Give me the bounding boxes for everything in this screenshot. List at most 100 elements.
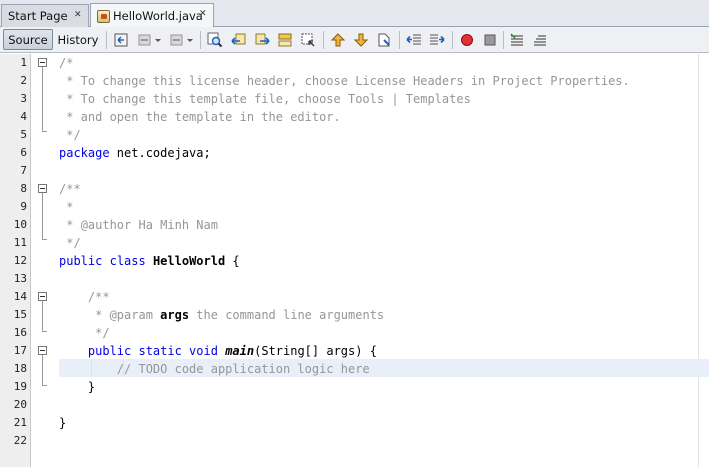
- right-margin-line: [698, 54, 699, 467]
- code-line: public static void main(String[] args) {: [59, 342, 377, 360]
- stop-macro-icon[interactable]: [481, 31, 499, 49]
- line-number: 7: [20, 164, 27, 177]
- code-line: * @param args the command line arguments: [59, 306, 384, 324]
- fold-end: [42, 385, 47, 386]
- tab-label: Start Page: [8, 9, 68, 23]
- shift-left-icon[interactable]: [405, 31, 423, 49]
- fold-line: [42, 67, 43, 131]
- line-number: 5: [20, 128, 27, 141]
- fold-line: [42, 355, 43, 385]
- code-text: {: [225, 254, 240, 268]
- keyword: public: [59, 254, 103, 268]
- line-number: 11: [13, 236, 27, 249]
- line-number: 9: [20, 200, 27, 213]
- close-icon[interactable]: ✕: [199, 10, 208, 19]
- code-line: /**: [59, 290, 110, 304]
- toolbar-separator: [323, 31, 324, 49]
- param-name: args: [160, 308, 190, 322]
- line-number: 2: [20, 74, 27, 87]
- fold-end: [42, 331, 47, 332]
- toolbar-separator: [106, 31, 107, 49]
- line-number: 6: [20, 146, 27, 159]
- find-previous-icon[interactable]: [230, 31, 248, 49]
- line-number: 14: [13, 290, 27, 303]
- line-number: 16: [13, 326, 27, 339]
- code-folding-margin: [31, 54, 51, 467]
- line-number: 4: [20, 110, 27, 123]
- line-number: 20: [13, 398, 27, 411]
- find-icon[interactable]: [206, 31, 224, 49]
- next-bookmark-icon[interactable]: [352, 31, 370, 49]
- fold-line: [42, 301, 43, 331]
- comment-icon[interactable]: [508, 31, 526, 49]
- code-line: *: [59, 200, 74, 214]
- fold-collapse-icon[interactable]: [38, 184, 47, 193]
- forward-icon[interactable]: [168, 31, 186, 49]
- toggle-bookmark-icon[interactable]: [375, 31, 393, 49]
- fold-collapse-icon[interactable]: [38, 346, 47, 355]
- editor-toolbar: Source History: [0, 27, 709, 53]
- code-line: }: [59, 380, 96, 394]
- line-number: 21: [13, 416, 27, 429]
- toolbar-separator: [200, 31, 201, 49]
- line-number: 15: [13, 308, 27, 321]
- back-icon[interactable]: [136, 31, 154, 49]
- last-edit-icon[interactable]: [112, 31, 130, 49]
- class-name: HelloWorld: [152, 254, 226, 268]
- uncomment-icon[interactable]: [531, 31, 549, 49]
- code-line: */: [59, 236, 81, 250]
- fold-line: [42, 193, 43, 239]
- keyword: public static void: [87, 344, 218, 358]
- history-button[interactable]: History: [56, 29, 100, 50]
- toggle-highlight-icon[interactable]: [276, 31, 294, 49]
- line-number: 19: [13, 380, 27, 393]
- code-line: package net.codejava;: [59, 144, 211, 162]
- fold-collapse-icon[interactable]: [38, 58, 47, 67]
- code-line: * @author Ha Minh Nam: [59, 216, 218, 234]
- tab-helloworld-java[interactable]: HelloWorld.java ✕: [90, 3, 214, 28]
- close-icon[interactable]: ✕: [74, 11, 83, 20]
- code-text: *: [59, 308, 110, 322]
- line-number: 8: [20, 182, 27, 195]
- code-line: */: [59, 326, 110, 340]
- java-file-icon: [97, 9, 110, 23]
- line-number: 22: [13, 434, 27, 447]
- code-text: (String[] args) {: [254, 344, 377, 358]
- fold-end: [42, 239, 47, 240]
- code-text: the command line arguments: [189, 308, 385, 322]
- shift-right-icon[interactable]: [428, 31, 446, 49]
- find-next-icon[interactable]: [253, 31, 271, 49]
- fold-end: [42, 131, 47, 132]
- previous-bookmark-icon[interactable]: [329, 31, 347, 49]
- code-line: public class HelloWorld {: [59, 252, 240, 270]
- code-text: *: [59, 218, 81, 232]
- source-button[interactable]: Source: [3, 29, 53, 50]
- find-selection-icon[interactable]: [299, 31, 317, 49]
- line-number: 12: [13, 254, 27, 267]
- fold-collapse-icon[interactable]: [38, 292, 47, 301]
- chevron-down-icon[interactable]: [153, 31, 163, 49]
- toolbar-separator: [399, 31, 400, 49]
- start-macro-icon[interactable]: [458, 31, 476, 49]
- line-number: 17: [13, 344, 27, 357]
- toolbar-separator: [503, 31, 504, 49]
- code-line: * and open the template in the editor.: [59, 110, 341, 124]
- javadoc-tag: @param: [109, 308, 153, 322]
- editor-tab-bar: Start Page ✕ HelloWorld.java ✕: [0, 0, 709, 28]
- toolbar-separator: [452, 31, 453, 49]
- code-line: /**: [59, 182, 81, 196]
- code-line: /*: [59, 56, 74, 70]
- line-number: 1: [20, 56, 27, 69]
- tab-start-page[interactable]: Start Page ✕: [1, 4, 89, 27]
- code-line: */: [59, 128, 81, 142]
- keyword: package: [59, 146, 110, 160]
- javadoc-tag: @author: [80, 218, 132, 232]
- code-line: * To change this template file, choose T…: [59, 92, 471, 106]
- code-text: Ha Minh Nam: [131, 218, 218, 232]
- code-text: net.codejava;: [109, 146, 211, 160]
- line-number: 18: [13, 362, 27, 375]
- chevron-down-icon[interactable]: [185, 31, 195, 49]
- code-line: * To change this license header, choose …: [59, 74, 630, 88]
